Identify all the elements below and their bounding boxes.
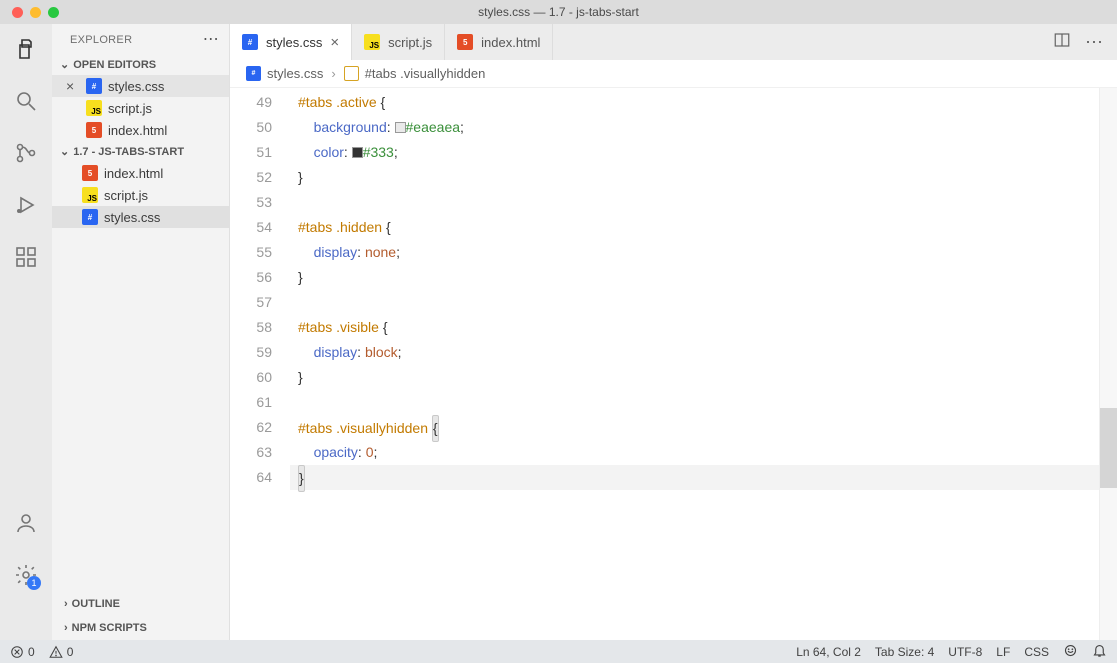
file-name: script.js <box>104 188 148 203</box>
editor-more-icon[interactable]: ⋯ <box>1085 32 1103 53</box>
close-icon[interactable]: × <box>330 34 339 51</box>
file-name: styles.css <box>108 79 164 94</box>
sidebar-title: EXPLORER <box>70 34 132 46</box>
window-controls <box>0 7 59 18</box>
status-bar: 0 0 Ln 64, Col 2 Tab Size: 4 UTF-8 LF CS… <box>0 640 1117 663</box>
html-file-icon: 5 <box>457 34 473 50</box>
settings-icon[interactable]: 1 <box>13 562 39 588</box>
open-editor-item[interactable]: JS script.js <box>52 97 229 119</box>
explorer-icon[interactable] <box>13 36 39 62</box>
file-name: index.html <box>108 123 167 138</box>
close-icon[interactable]: × <box>66 78 80 94</box>
tab-label: styles.css <box>266 35 322 50</box>
extensions-icon[interactable] <box>13 244 39 270</box>
run-debug-icon[interactable] <box>13 192 39 218</box>
open-editor-item[interactable]: 5 index.html <box>52 119 229 141</box>
editor-tab[interactable]: JS script.js <box>352 24 445 60</box>
close-window-button[interactable] <box>12 7 23 18</box>
tab-label: script.js <box>388 35 432 50</box>
chevron-right-icon: › <box>331 66 335 81</box>
minimize-window-button[interactable] <box>30 7 41 18</box>
css-file-icon: # <box>246 66 261 81</box>
chevron-down-icon: ⌄ <box>60 58 69 71</box>
css-selector-icon <box>344 66 359 81</box>
file-item[interactable]: JS script.js <box>52 184 229 206</box>
breadcrumb[interactable]: # styles.css › #tabs .visuallyhidden <box>230 60 1117 88</box>
open-editors-section[interactable]: ⌄ OPEN EDITORS <box>52 54 229 75</box>
chevron-down-icon: ⌄ <box>60 145 69 158</box>
project-section[interactable]: ⌄ 1.7 - JS-TABS-START <box>52 141 229 162</box>
open-editor-item[interactable]: × # styles.css <box>52 75 229 97</box>
sidebar-header: EXPLORER ⋯ <box>52 24 229 54</box>
notifications-icon[interactable] <box>1092 643 1107 661</box>
settings-badge: 1 <box>27 576 41 590</box>
window-title: styles.css — 1.7 - js-tabs-start <box>478 5 639 19</box>
accounts-icon[interactable] <box>13 510 39 536</box>
html-file-icon: 5 <box>86 122 102 138</box>
code-content[interactable]: #tabs .active { background: #eaeaea; col… <box>290 88 1099 640</box>
activity-bar: 1 <box>0 24 52 640</box>
js-file-icon: JS <box>86 100 102 116</box>
titlebar: styles.css — 1.7 - js-tabs-start <box>0 0 1117 24</box>
file-item[interactable]: # styles.css <box>52 206 229 228</box>
source-control-icon[interactable] <box>13 140 39 166</box>
css-file-icon: # <box>82 209 98 225</box>
tab-bar: # styles.css × JS script.js 5 index.html ⋯ <box>230 24 1117 60</box>
css-file-icon: # <box>86 78 102 94</box>
editor-tab[interactable]: # styles.css × <box>230 24 352 60</box>
breadcrumb-symbol: #tabs .visuallyhidden <box>365 66 486 81</box>
sidebar: EXPLORER ⋯ ⌄ OPEN EDITORS × # styles.css JS… <box>52 24 230 640</box>
npm-scripts-section[interactable]: › NPM SCRIPTS <box>52 616 229 640</box>
breadcrumb-file: styles.css <box>267 66 323 81</box>
line-gutter: 49505152535455565758596061626364 <box>230 88 290 640</box>
minimap[interactable] <box>1099 88 1117 640</box>
tab-label: index.html <box>481 35 540 50</box>
html-file-icon: 5 <box>82 165 98 181</box>
chevron-right-icon: › <box>64 598 68 610</box>
sidebar-more-icon[interactable]: ⋯ <box>203 36 219 44</box>
code-editor[interactable]: 49505152535455565758596061626364 #tabs .… <box>230 88 1117 640</box>
js-file-icon: JS <box>82 187 98 203</box>
file-name: styles.css <box>104 210 160 225</box>
outline-section[interactable]: › OUTLINE <box>52 592 229 616</box>
css-file-icon: # <box>242 34 258 50</box>
maximize-window-button[interactable] <box>48 7 59 18</box>
split-editor-icon[interactable] <box>1053 31 1071 54</box>
editor-tab[interactable]: 5 index.html <box>445 24 553 60</box>
file-name: script.js <box>108 101 152 116</box>
js-file-icon: JS <box>364 34 380 50</box>
file-name: index.html <box>104 166 163 181</box>
minimap-slider[interactable] <box>1100 408 1117 488</box>
editor-group: # styles.css × JS script.js 5 index.html ⋯ # s… <box>230 24 1117 640</box>
chevron-right-icon: › <box>64 622 68 634</box>
feedback-icon[interactable] <box>1063 643 1078 661</box>
search-icon[interactable] <box>13 88 39 114</box>
file-item[interactable]: 5 index.html <box>52 162 229 184</box>
